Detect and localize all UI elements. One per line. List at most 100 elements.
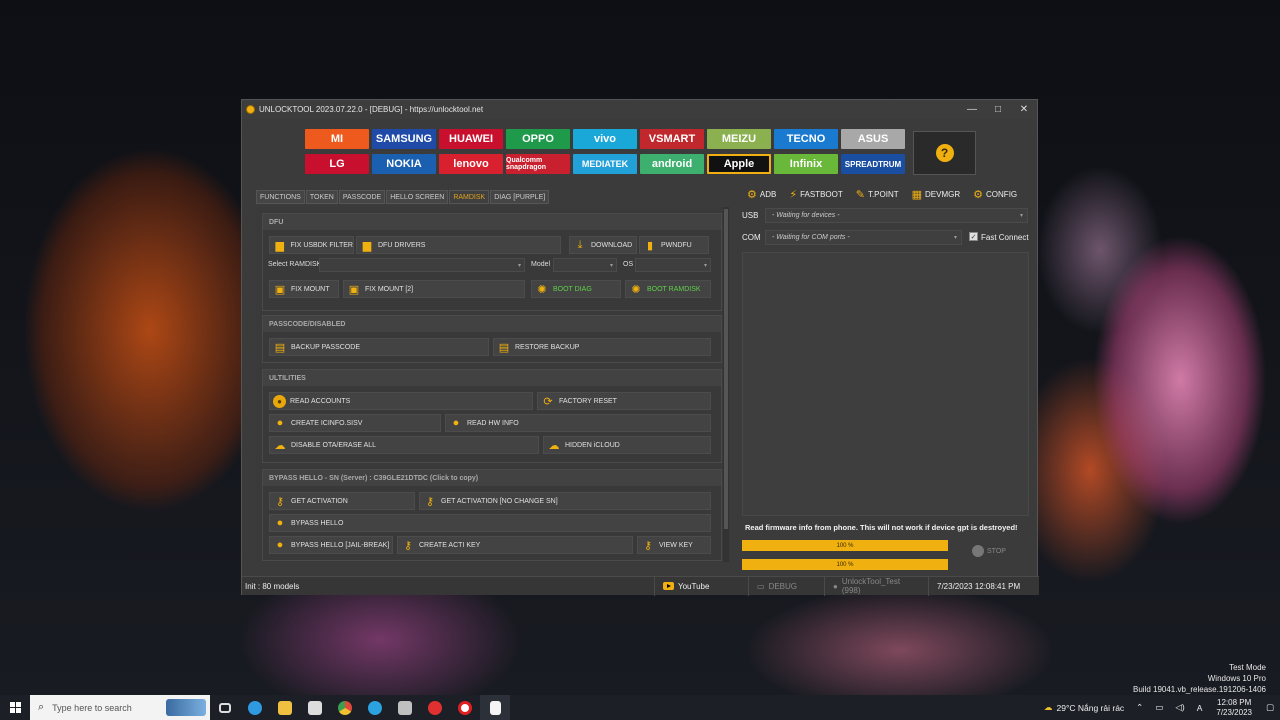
youtube-link[interactable]: YouTube bbox=[654, 576, 748, 596]
create-icinfo-button[interactable]: ● CREATE ICINFO.SISV bbox=[269, 414, 441, 432]
debug-status: ▭ DEBUG bbox=[748, 576, 824, 596]
volume-icon[interactable]: ◁) bbox=[1175, 702, 1184, 713]
section-title: ULTILITIES bbox=[263, 370, 721, 386]
button-label: GET ACTIVATION [NO CHANGE SN] bbox=[441, 497, 558, 505]
notifications-icon[interactable]: ▢ bbox=[1266, 702, 1274, 713]
pwndfu-button[interactable]: ▮ PWNDFU bbox=[639, 236, 709, 254]
tab-ramdisk[interactable]: RAMDISK bbox=[449, 190, 490, 204]
os-select[interactable]: ▾ bbox=[635, 258, 711, 272]
brand-nokia-button[interactable]: NOKIA bbox=[372, 154, 436, 174]
clock[interactable]: 12:08 PM 7/23/2023 bbox=[1216, 698, 1252, 718]
brand-mediatek-button[interactable]: MEDIATEK bbox=[573, 154, 637, 174]
button-label: FIX MOUNT bbox=[291, 285, 330, 293]
chrome-icon[interactable] bbox=[330, 695, 360, 720]
model-select[interactable]: ▾ bbox=[553, 258, 617, 272]
view-key-button[interactable]: ⚷ VIEW KEY bbox=[637, 536, 711, 554]
button-label: FIX USBDK FILTER bbox=[290, 241, 354, 249]
section-title[interactable]: BYPASS HELLO - SN (Server) : C39GLE21DTD… bbox=[263, 470, 721, 486]
store-icon[interactable] bbox=[300, 695, 330, 720]
create-acti-key-button[interactable]: ⚷ CREATE ACTI KEY bbox=[397, 536, 633, 554]
brand-asus-button[interactable]: ASUS bbox=[841, 129, 905, 149]
show-hidden-icons[interactable]: ⌃ bbox=[1136, 702, 1143, 713]
boot-ramdisk-button[interactable]: ✺ BOOT RAMDISK bbox=[625, 280, 711, 298]
hidden-icloud-button[interactable]: ☁ HIDDEN iCLOUD bbox=[543, 436, 711, 454]
gear-icon: ⚙ bbox=[973, 188, 984, 201]
tpoint-button[interactable]: ✎ T.POINT bbox=[856, 186, 899, 202]
close-button[interactable]: ✕ bbox=[1011, 104, 1037, 115]
tab-hello-screen[interactable]: HELLO SCREEN bbox=[386, 190, 449, 204]
adb-button[interactable]: ⚙ ADB bbox=[747, 186, 776, 202]
tab-token[interactable]: TOKEN bbox=[305, 190, 338, 204]
tab-passcode[interactable]: PASSCODE bbox=[338, 190, 386, 204]
dfu-drivers-button[interactable]: ▆ DFU DRIVERS bbox=[356, 236, 561, 254]
restore-backup-button[interactable]: ▤ RESTORE BACKUP bbox=[493, 338, 711, 356]
weather-icon: ☁ bbox=[1044, 702, 1053, 712]
fastboot-button[interactable]: ⚡ FASTBOOT bbox=[789, 186, 842, 202]
fix-mount-2-button[interactable]: ▣ FIX MOUNT [2] bbox=[343, 280, 525, 298]
panel-scrollbar[interactable] bbox=[723, 207, 729, 562]
read-hw-info-button[interactable]: ● READ HW INFO bbox=[445, 414, 711, 432]
brand-qualcomm-button[interactable]: Qualcomm snapdragon bbox=[506, 154, 570, 174]
brand-mi-button[interactable]: MI bbox=[305, 129, 369, 149]
windows-watermark: Test Mode Windows 10 Pro Build 19041.vb_… bbox=[1133, 662, 1266, 695]
tab-functions[interactable]: FUNCTIONS bbox=[256, 190, 305, 204]
button-label: VIEW KEY bbox=[659, 541, 693, 549]
brand-oppo-button[interactable]: OPPO bbox=[506, 129, 570, 149]
button-label: CREATE ACTI KEY bbox=[419, 541, 481, 549]
stop-button[interactable]: STOP bbox=[972, 545, 1006, 557]
boot-diag-button[interactable]: ✺ BOOT DIAG bbox=[531, 280, 621, 298]
title-bar[interactable]: UNLOCKTOOL 2023.07.22.0 - [DEBUG] - http… bbox=[242, 100, 1037, 119]
disable-ota-button[interactable]: ☁ DISABLE OTA/ERASE ALL bbox=[269, 436, 539, 454]
fix-usbdk-filter-button[interactable]: ▆ FIX USBDK FILTER bbox=[269, 236, 354, 254]
brand-apple-button[interactable]: Apple bbox=[707, 154, 771, 174]
ramdisk-select[interactable]: ▾ bbox=[319, 258, 525, 272]
d-app-icon[interactable] bbox=[420, 695, 450, 720]
maximize-button[interactable]: □ bbox=[985, 104, 1011, 115]
download-button[interactable]: ⤓ DOWNLOAD bbox=[569, 236, 637, 254]
start-button[interactable] bbox=[0, 695, 30, 720]
weather-widget[interactable]: ☁ 29°C Nắng rải rác bbox=[1044, 702, 1124, 713]
brand-meizu-button[interactable]: MEIZU bbox=[707, 129, 771, 149]
brand-lg-button[interactable]: LG bbox=[305, 154, 369, 174]
minimize-button[interactable]: — bbox=[959, 104, 985, 115]
taskbar-search[interactable]: ⌕ Type here to search bbox=[30, 695, 210, 720]
config-button[interactable]: ⚙ CONFIG bbox=[973, 186, 1017, 202]
language-icon[interactable]: A bbox=[1197, 703, 1203, 713]
help-button[interactable]: ? bbox=[913, 131, 976, 175]
log-output[interactable] bbox=[742, 252, 1029, 516]
brand-spreadtrum-button[interactable]: SPREADTRUM bbox=[841, 154, 905, 174]
brand-tecno-button[interactable]: TECNO bbox=[774, 129, 838, 149]
telegram-icon[interactable] bbox=[360, 695, 390, 720]
get-activation-no-change-sn-button[interactable]: ⚷ GET ACTIVATION [NO CHANGE SN] bbox=[419, 492, 711, 510]
scroll-thumb[interactable] bbox=[724, 209, 728, 529]
brand-lenovo-button[interactable]: lenovo bbox=[439, 154, 503, 174]
usb-device-select[interactable]: - Waiting for devices - ▾ bbox=[765, 208, 1028, 223]
get-activation-button[interactable]: ⚷ GET ACTIVATION bbox=[269, 492, 415, 510]
brand-vivo-button[interactable]: vivo bbox=[573, 129, 637, 149]
bypass-hello-button[interactable]: ● BYPASS HELLO bbox=[269, 514, 711, 532]
tab-diag-purple[interactable]: DIAG [PURPLE] bbox=[490, 190, 550, 204]
com-port-select[interactable]: - Waiting for COM ports - ▾ bbox=[765, 230, 962, 245]
read-accounts-button[interactable]: ● READ ACCOUNTS bbox=[269, 392, 533, 410]
factory-reset-button[interactable]: ⟳ FACTORY RESET bbox=[537, 392, 711, 410]
fast-connect-checkbox[interactable]: ✓ bbox=[969, 232, 978, 241]
device-manager-icon: ▦ bbox=[911, 188, 923, 201]
brand-android-button[interactable]: android bbox=[640, 154, 704, 174]
fix-mount-button[interactable]: ▣ FIX MOUNT bbox=[269, 280, 339, 298]
devmgr-button[interactable]: ▦ DEVMGR bbox=[912, 186, 961, 202]
bypass-hello-jailbreak-button[interactable]: ● BYPASS HELLO [JAIL-BREAK] bbox=[269, 536, 393, 554]
backup-passcode-button[interactable]: ▤ BACKUP PASSCODE bbox=[269, 338, 489, 356]
document-icon[interactable] bbox=[480, 695, 510, 720]
button-label: CREATE ICINFO.SISV bbox=[291, 419, 363, 427]
file-explorer-icon[interactable] bbox=[270, 695, 300, 720]
brand-infinix-button[interactable]: Infinix bbox=[774, 154, 838, 174]
record-icon[interactable] bbox=[450, 695, 480, 720]
task-view-icon[interactable] bbox=[210, 695, 240, 720]
network-icon[interactable]: ▭ bbox=[1155, 702, 1163, 713]
edge-icon[interactable] bbox=[240, 695, 270, 720]
brand-vsmart-button[interactable]: VSMART bbox=[640, 129, 704, 149]
brand-huawei-button[interactable]: HUAWEI bbox=[439, 129, 503, 149]
app-icon[interactable] bbox=[390, 695, 420, 720]
brand-samsung-button[interactable]: SAMSUNG bbox=[372, 129, 436, 149]
user-icon: ● bbox=[273, 394, 286, 408]
